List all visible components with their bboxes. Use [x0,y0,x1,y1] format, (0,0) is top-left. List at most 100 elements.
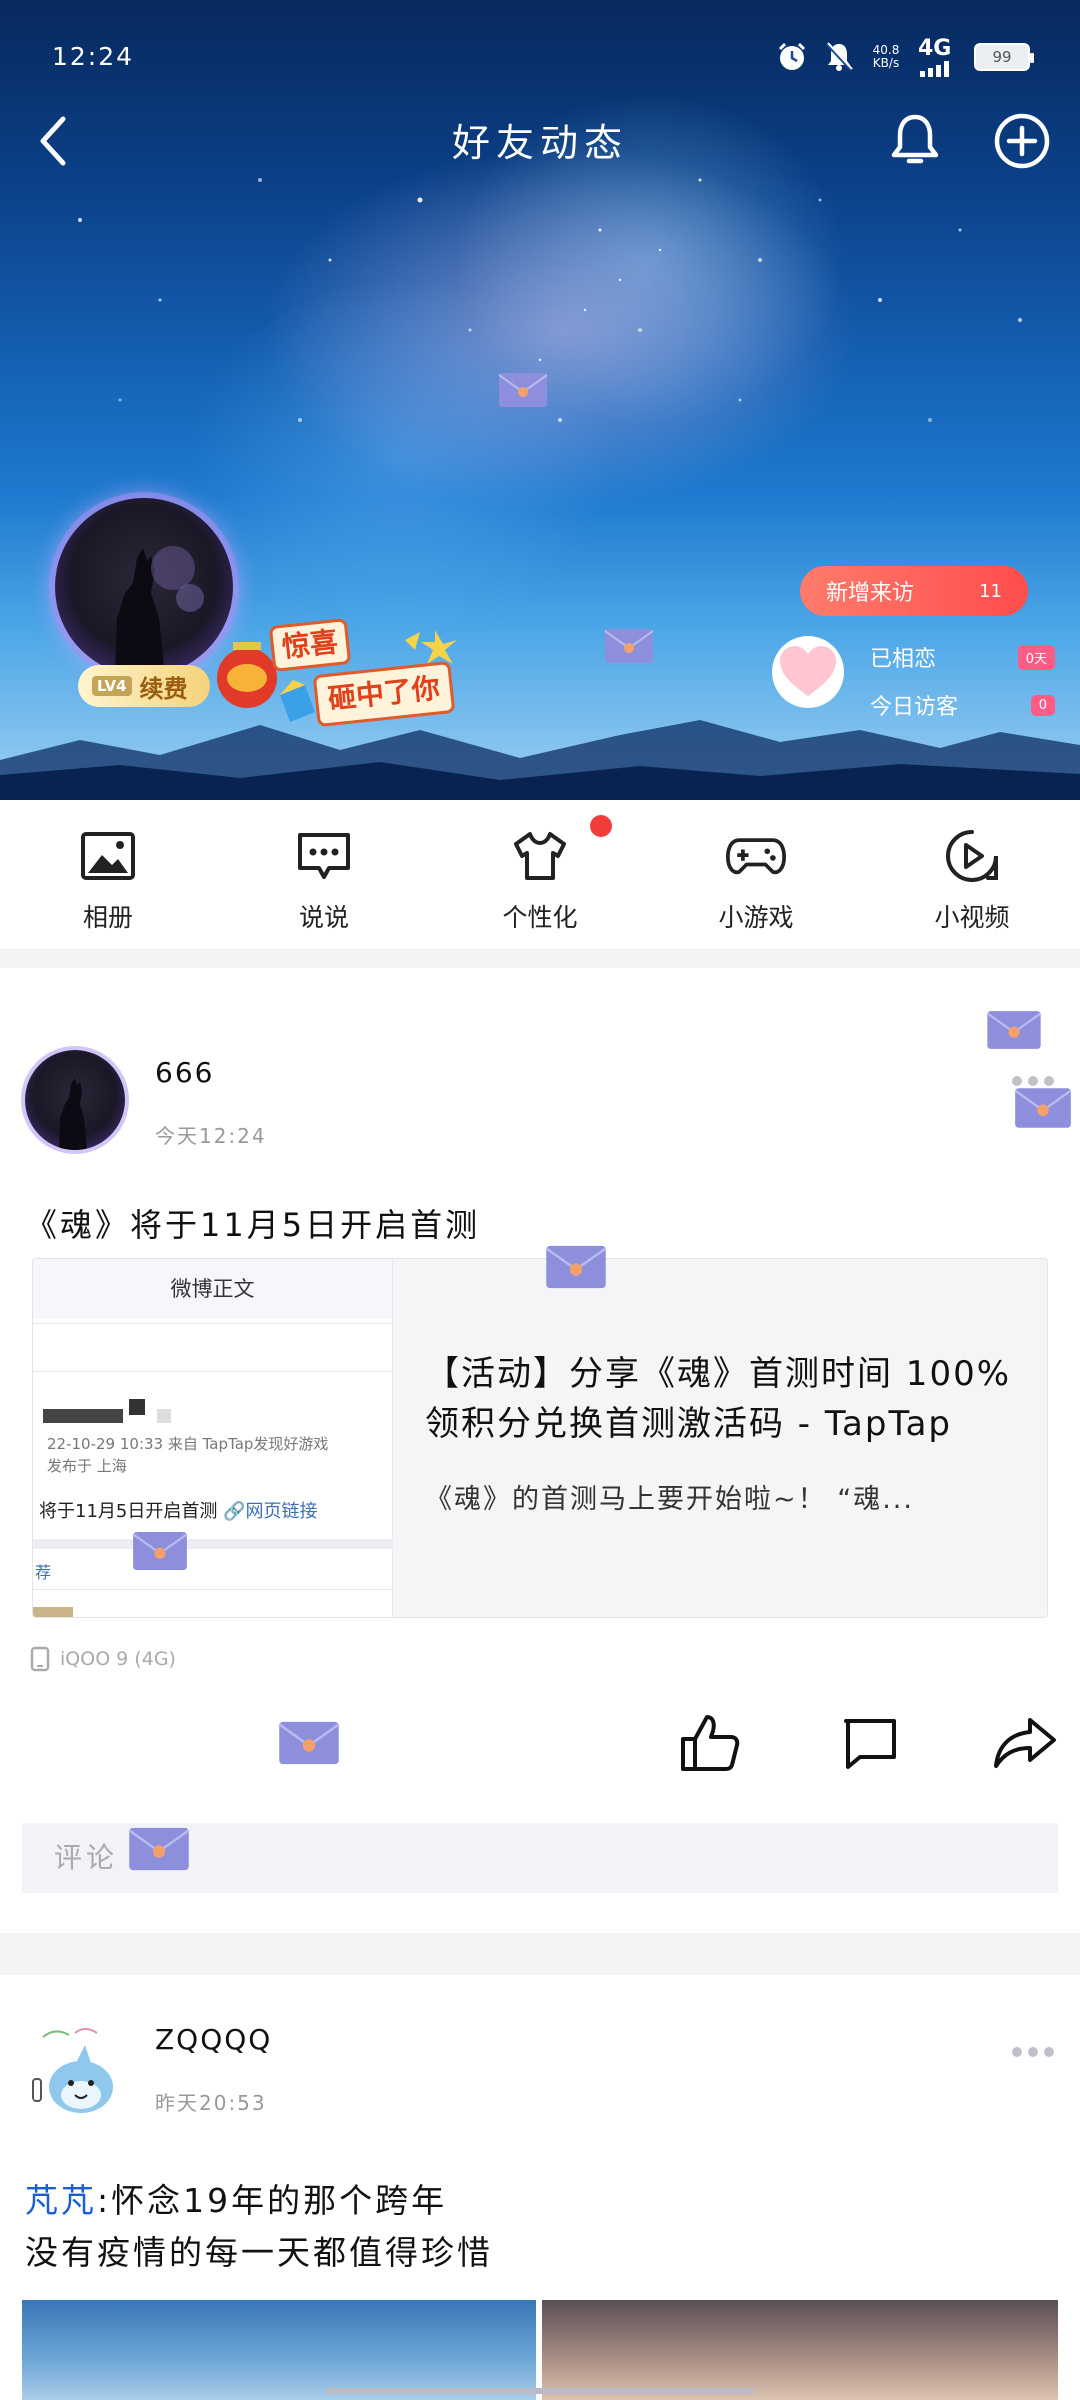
envelope-icon [986,1011,1042,1049]
quick-menu-personalize[interactable]: 个性化 [470,820,610,945]
link-description: 《魂》的首测马上要开始啦~！ “魂... [425,1484,914,1515]
mute-bell-icon [825,41,853,71]
plus-circle-icon [994,113,1050,169]
post-text: 芃芃:怀念19年的那个跨年 没有疫情的每一天都值得珍惜 [25,2175,493,2279]
app-screen: 12:24 40.8 KB/s 4G 99 好友动态 LV4 续费 惊喜 砸中了… [0,0,1080,2400]
phone-icon [30,1646,50,1672]
thumb-body-text: 将于11月5日开启首测 [39,1501,218,1522]
personalize-notification-dot [590,815,612,837]
comment-icon [844,1719,896,1769]
quick-menu-games[interactable]: 小游戏 [686,820,826,945]
share-button[interactable] [990,1708,1060,1778]
post-author-name[interactable]: ZQQQQ [155,2023,272,2056]
post-photo[interactable] [542,2300,1058,2400]
link-thumbnail: 微博正文 22-10-29 10:33 来自 TapTap发现好游戏 发布于 上… [33,1259,393,1617]
stat-today-label: 今日访客 [870,695,959,720]
bell-icon [891,114,939,164]
post-text-line-1: 芃芃:怀念19年的那个跨年 [25,2175,493,2227]
stat-love-row: 已相恋 0天 [870,636,1055,678]
vip-renew-label: 续费 [139,674,188,703]
visitor-stats: 已相恋 0天 今日访客 0 [870,636,1055,732]
status-bar: 12:24 40.8 KB/s 4G 99 [0,0,1080,110]
device-tag: iQOO 9 (4G) [30,1646,176,1672]
surprise-sticker[interactable]: 惊喜 砸中了你 [205,618,465,730]
thumb-footer: 荐 [35,1563,52,1582]
quick-menu: 相册 说说 个性化 小游戏 小视频 [0,800,1080,950]
new-visitors-pill[interactable]: 新增来访 11 [800,566,1028,616]
redacted-bar [157,1409,171,1423]
mentioned-user[interactable]: 芃芃 [25,2181,97,2220]
new-visitors-count: 11 [979,580,1002,602]
new-visitors-label: 新增来访 [826,581,915,606]
share-arrow-icon [994,1718,1056,1768]
quick-menu-videos-label: 小视频 [934,903,1010,932]
envelope-icon [1014,1088,1072,1128]
feed-post: 666 今天12:24 《魂》将于11月5日开启首测 微博正文 22-10-29… [0,968,1080,1933]
like-button[interactable] [675,1708,745,1778]
heart-icon[interactable] [770,634,846,710]
gamepad-icon [726,826,786,886]
status-time: 12:24 [52,42,135,71]
envelope-icon [604,629,654,663]
quick-menu-games-label: 小游戏 [718,903,794,932]
shark-avatar-icon [32,2028,113,2113]
thumb-meta-2: 发布于 上海 [47,1457,127,1475]
thumb-header: 微博正文 [33,1259,392,1319]
quick-menu-shuoshuo-label: 说说 [298,903,349,932]
top-navigation: 好友动态 [0,100,1080,180]
home-indicator[interactable] [325,2388,755,2394]
stat-love-label: 已相恋 [870,647,937,672]
network-speed-value: 40.8 [872,42,900,57]
post-text: 《魂》将于11月5日开启首测 [25,1206,481,1244]
stat-love-value: 0天 [1017,644,1055,670]
envelope-icon [128,1827,190,1871]
chat-bubble-icon [294,826,354,886]
sticker-text-surprise: 惊喜 [268,618,352,672]
post-timestamp: 今天12:24 [155,1124,267,1148]
cellular-signal: 4G [918,36,958,77]
alarm-icon [778,42,806,70]
photo-album-icon [78,826,138,886]
post-text-line-2: 没有疫情的每一天都值得珍惜 [25,2233,493,2272]
post-text-line-1-body: :怀念19年的那个跨年 [97,2181,448,2220]
stat-today-value: 0 [1030,694,1055,716]
feed-post: ZQQQQ 昨天20:53 芃芃:怀念19年的那个跨年 没有疫情的每一天都值得珍… [0,1975,1080,2400]
network-speed-unit: KB/s [872,55,900,70]
envelope-icon [545,1245,607,1289]
video-play-icon [942,826,1002,886]
thumb-meta-1: 22-10-29 10:33 来自 TapTap发现好游戏 [47,1435,329,1453]
quick-menu-videos[interactable]: 小视频 [902,820,1042,945]
envelope-icon [278,1721,340,1765]
redacted-bar [43,1409,123,1423]
post-timestamp: 昨天20:53 [155,2091,267,2115]
post-photo[interactable] [22,2300,536,2400]
battery-indicator: 99 [974,42,1034,71]
vip-renew-badge[interactable]: LV4 续费 [78,665,210,707]
add-post-button[interactable] [985,106,1059,176]
comment-button[interactable] [835,1708,905,1778]
post-author-avatar[interactable] [25,1050,125,1150]
network-type: 4G [918,36,952,61]
post-author-avatar[interactable] [25,2023,125,2123]
quick-menu-shuoshuo[interactable]: 说说 [254,820,394,945]
quick-menu-album-label: 相册 [82,903,133,932]
post-author-name[interactable]: 666 [155,1056,214,1089]
envelope-icon [498,373,548,407]
network-speed: 40.8 KB/s [870,42,902,70]
envelope-icon [132,1531,188,1571]
device-name: iQOO 9 (4G) [60,1648,176,1670]
link-title: 【活动】分享《魂》首测时间 100%领积分兑换首测激活码 - TapTap [425,1354,1012,1444]
redacted-bar [129,1399,145,1415]
tshirt-icon [510,826,570,886]
thumb-body: 将于11月5日开启首测 🔗网页链接 [39,1497,318,1523]
status-icons: 40.8 KB/s 4G 99 [776,36,1034,77]
notifications-button[interactable] [880,106,950,176]
thumbs-up-icon [681,1715,740,1771]
thumb-web-link: 🔗网页链接 [223,1501,318,1522]
stat-today-row[interactable]: 今日访客 0 [870,684,1055,726]
post-more-button[interactable] [1012,2045,1060,2059]
quick-menu-personalize-label: 个性化 [502,903,578,932]
signal-bars-icon [920,61,949,77]
quick-menu-album[interactable]: 相册 [38,820,178,945]
vip-level: LV4 [92,676,132,696]
